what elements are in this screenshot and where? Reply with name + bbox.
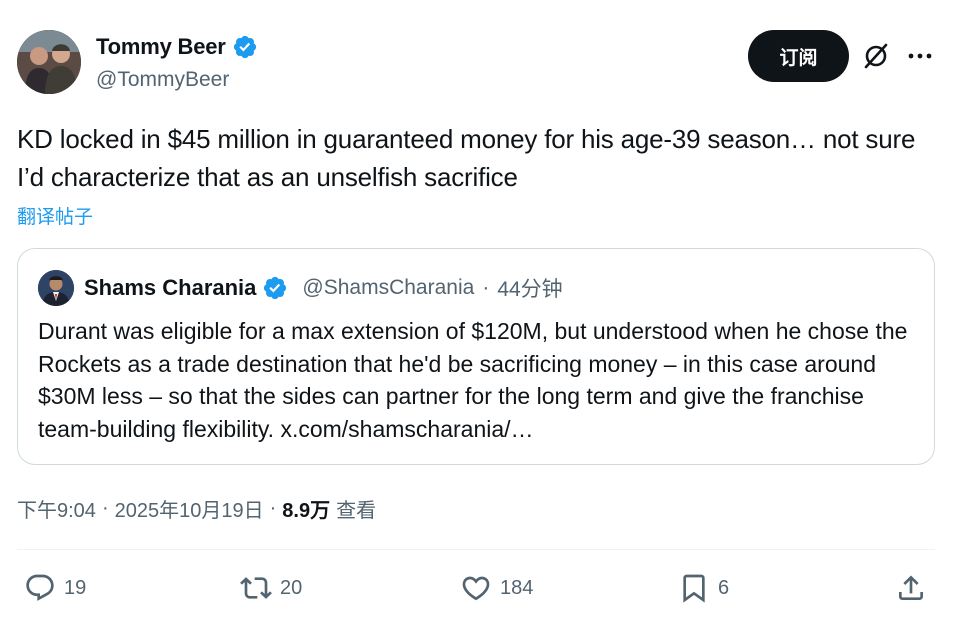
more-icon[interactable]: [906, 46, 934, 66]
subscribe-button[interactable]: 订阅: [748, 30, 849, 82]
quoted-tweet[interactable]: Shams Charania @ShamsCharania · 44分钟 Dur…: [17, 248, 935, 465]
tweet-text: KD locked in $45 million in guaranteed m…: [17, 124, 916, 192]
share-icon: [899, 575, 923, 600]
share-button[interactable]: [895, 571, 927, 605]
tweet-detail: Tommy Beer @TommyBeer 订阅 KD locked in $4…: [0, 0, 960, 617]
quoted-text: Durant was eligible for a max extension …: [38, 318, 908, 442]
quoted-author-name: Shams Charania: [84, 275, 257, 300]
post-date[interactable]: 2025年10月19日: [115, 494, 264, 523]
retweet-count: 20: [280, 576, 303, 599]
verified-badge-icon: [264, 276, 287, 300]
bookmark-count: 6: [718, 576, 730, 599]
bookmark-button[interactable]: 6: [678, 571, 729, 605]
author-name-text: Tommy Beer: [96, 34, 226, 59]
tweet-meta: 下午9:04 · 2025年10月19日 · 8.9万 查看: [17, 494, 376, 523]
translate-post-link[interactable]: 翻译帖子: [17, 202, 93, 229]
meta-separator: ·: [101, 497, 109, 519]
reply-icon: [26, 574, 54, 601]
reply-count: 19: [64, 576, 87, 599]
meta-separator: ·: [269, 497, 277, 519]
bookmark-icon: [683, 574, 705, 603]
grok-icon[interactable]: [862, 42, 890, 70]
quoted-header: Shams Charania @ShamsCharania · 44分钟: [84, 273, 563, 303]
quoted-author-handle: @ShamsCharania: [302, 276, 475, 299]
divider: [17, 549, 935, 550]
views-count: 8.9万: [282, 500, 331, 522]
views-label: 查看: [336, 500, 377, 522]
post-time[interactable]: 下午9:04: [17, 494, 96, 523]
author-avatar[interactable]: [17, 30, 81, 94]
quoted-time: 44分钟: [497, 278, 563, 301]
like-button[interactable]: 184: [460, 571, 533, 605]
heart-icon: [462, 576, 490, 601]
quoted-separator: ·: [482, 276, 490, 299]
like-count: 184: [500, 576, 534, 599]
retweet-icon: [240, 577, 272, 599]
author-handle[interactable]: @TommyBeer: [96, 68, 229, 92]
author-name[interactable]: Tommy Beer: [96, 34, 258, 60]
quoted-author-avatar: [38, 270, 74, 306]
reply-button[interactable]: 19: [24, 571, 86, 605]
retweet-button[interactable]: 20: [240, 571, 302, 605]
verified-badge-icon: [233, 35, 256, 59]
